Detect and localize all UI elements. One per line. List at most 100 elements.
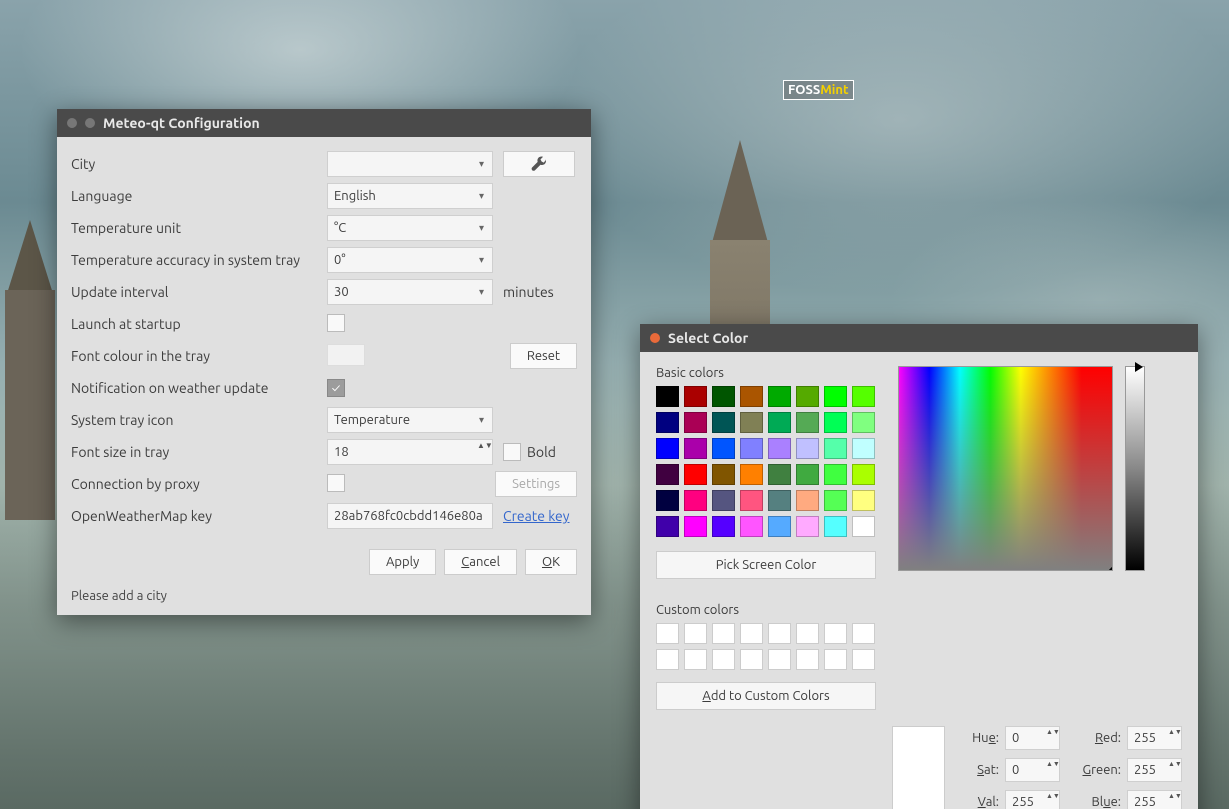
basic-color-swatch[interactable] — [824, 490, 847, 511]
basic-color-swatch[interactable] — [796, 516, 819, 537]
custom-color-swatch[interactable] — [712, 623, 735, 644]
owm-key-input[interactable]: 28ab768fc0cbdd146e80a — [327, 503, 493, 529]
spinner-arrows-icon[interactable]: ▲▼ — [477, 442, 489, 462]
ok-button[interactable]: OK — [525, 549, 577, 575]
basic-color-swatch[interactable] — [712, 464, 735, 485]
launch-startup-checkbox[interactable] — [327, 314, 345, 332]
basic-color-swatch[interactable] — [740, 412, 763, 433]
basic-color-swatch[interactable] — [684, 386, 707, 407]
basic-color-swatch[interactable] — [656, 516, 679, 537]
custom-color-swatch[interactable] — [852, 649, 875, 670]
basic-color-swatch[interactable] — [852, 386, 875, 407]
custom-color-swatch[interactable] — [740, 649, 763, 670]
custom-color-swatch[interactable] — [684, 623, 707, 644]
custom-color-swatch[interactable] — [824, 623, 847, 644]
basic-color-swatch[interactable] — [684, 438, 707, 459]
custom-color-swatch[interactable] — [852, 623, 875, 644]
notification-checkbox[interactable]: ✓ — [327, 379, 345, 397]
basic-color-swatch[interactable] — [684, 464, 707, 485]
basic-color-swatch[interactable] — [740, 516, 763, 537]
custom-color-swatch[interactable] — [768, 623, 791, 644]
proxy-settings-button[interactable]: Settings — [495, 471, 577, 497]
custom-color-swatch[interactable] — [768, 649, 791, 670]
color-gradient[interactable] — [898, 366, 1113, 571]
city-tool-button[interactable] — [503, 151, 575, 177]
basic-color-swatch[interactable] — [824, 464, 847, 485]
update-interval-combo[interactable]: 30 — [327, 279, 493, 305]
basic-color-swatch[interactable] — [796, 386, 819, 407]
custom-color-swatch[interactable] — [740, 623, 763, 644]
value-slider[interactable] — [1125, 366, 1145, 571]
basic-color-swatch[interactable] — [768, 464, 791, 485]
basic-color-swatch[interactable] — [796, 490, 819, 511]
basic-color-swatch[interactable] — [768, 438, 791, 459]
basic-color-swatch[interactable] — [824, 516, 847, 537]
custom-color-swatch[interactable] — [656, 623, 679, 644]
basic-color-swatch[interactable] — [740, 464, 763, 485]
basic-color-swatch[interactable] — [852, 516, 875, 537]
language-combo[interactable]: English — [327, 183, 493, 209]
basic-color-swatch[interactable] — [712, 516, 735, 537]
custom-color-swatch[interactable] — [796, 649, 819, 670]
basic-color-swatch[interactable] — [684, 412, 707, 433]
basic-color-swatch[interactable] — [740, 490, 763, 511]
create-key-link[interactable]: Create key — [503, 508, 570, 524]
basic-color-swatch[interactable] — [768, 386, 791, 407]
basic-color-swatch[interactable] — [768, 516, 791, 537]
custom-color-swatch[interactable] — [796, 623, 819, 644]
basic-color-swatch[interactable] — [852, 438, 875, 459]
reset-button[interactable]: Reset — [510, 343, 577, 369]
red-input[interactable]: 255▲▼ — [1127, 726, 1182, 750]
temp-unit-combo[interactable]: °C — [327, 215, 493, 241]
window-btn-1[interactable] — [67, 118, 77, 128]
basic-color-swatch[interactable] — [712, 490, 735, 511]
window-btn-2[interactable] — [85, 118, 95, 128]
basic-color-swatch[interactable] — [684, 490, 707, 511]
apply-button[interactable]: Apply — [369, 549, 436, 575]
sat-input[interactable]: 0▲▼ — [1005, 758, 1060, 782]
basic-color-swatch[interactable] — [740, 438, 763, 459]
basic-color-swatch[interactable] — [768, 412, 791, 433]
basic-color-swatch[interactable] — [656, 412, 679, 433]
basic-color-swatch[interactable] — [852, 490, 875, 511]
basic-color-swatch[interactable] — [796, 438, 819, 459]
basic-color-swatch[interactable] — [796, 464, 819, 485]
basic-color-swatch[interactable] — [824, 412, 847, 433]
basic-color-swatch[interactable] — [824, 438, 847, 459]
bold-checkbox[interactable] — [503, 443, 521, 461]
basic-color-swatch[interactable] — [712, 386, 735, 407]
pick-screen-color-button[interactable]: Pick Screen Color — [656, 551, 876, 579]
basic-color-swatch[interactable] — [796, 412, 819, 433]
city-combo[interactable] — [327, 151, 493, 177]
tray-icon-combo[interactable]: Temperature — [327, 407, 493, 433]
custom-color-swatch[interactable] — [824, 649, 847, 670]
custom-color-swatch[interactable] — [684, 649, 707, 670]
color-titlebar[interactable]: Select Color — [640, 324, 1198, 352]
blue-input[interactable]: 255▲▼ — [1127, 790, 1182, 809]
basic-color-swatch[interactable] — [852, 412, 875, 433]
basic-color-swatch[interactable] — [656, 490, 679, 511]
val-input[interactable]: 255▲▼ — [1005, 790, 1060, 809]
config-titlebar[interactable]: Meteo-qt Configuration — [57, 109, 591, 137]
cancel-button[interactable]: Cancel — [444, 549, 517, 575]
temp-accuracy-combo[interactable]: 0° — [327, 247, 493, 273]
custom-color-swatch[interactable] — [656, 649, 679, 670]
proxy-checkbox[interactable] — [327, 474, 345, 492]
basic-color-swatch[interactable] — [852, 464, 875, 485]
font-colour-swatch[interactable] — [327, 344, 365, 366]
green-input[interactable]: 255▲▼ — [1127, 758, 1182, 782]
basic-color-swatch[interactable] — [712, 412, 735, 433]
add-custom-button[interactable]: Add to Custom Colors — [656, 682, 876, 710]
hue-input[interactable]: 0▲▼ — [1005, 726, 1060, 750]
basic-color-swatch[interactable] — [824, 386, 847, 407]
custom-color-swatch[interactable] — [712, 649, 735, 670]
basic-color-swatch[interactable] — [768, 490, 791, 511]
window-close-btn[interactable] — [650, 333, 660, 343]
basic-color-swatch[interactable] — [656, 464, 679, 485]
basic-color-swatch[interactable] — [712, 438, 735, 459]
font-size-spinner[interactable]: 18 ▲▼ — [327, 439, 493, 465]
basic-color-swatch[interactable] — [684, 516, 707, 537]
basic-color-swatch[interactable] — [656, 438, 679, 459]
basic-color-swatch[interactable] — [656, 386, 679, 407]
basic-color-swatch[interactable] — [740, 386, 763, 407]
